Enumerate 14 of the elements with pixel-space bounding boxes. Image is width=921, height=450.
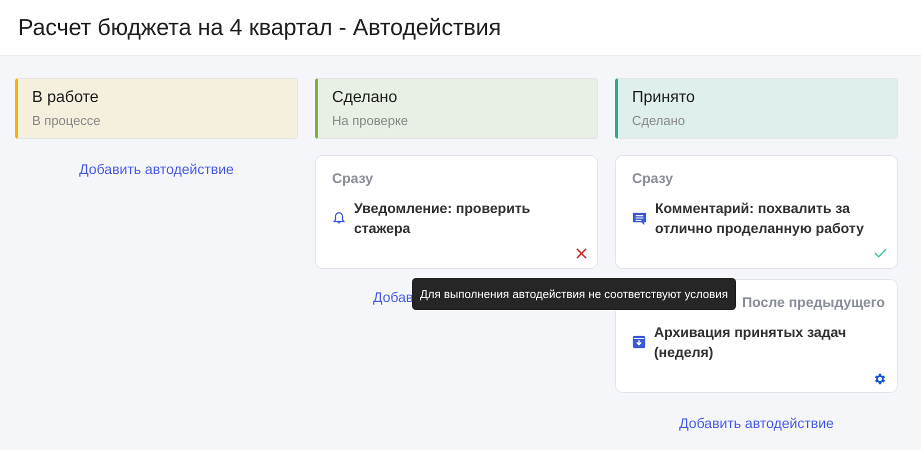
action-description: Уведомление: проверить стажера [354,199,532,238]
action-timing: Сразу [332,170,374,186]
action-timing: Сразу [632,170,674,186]
status-subtitle: В процессе [32,113,102,128]
page-title: Расчет бюджета на 4 квартал - Автодействия [18,14,502,41]
status-name: Сделано [332,89,398,107]
status-subtitle: На проверке [332,113,410,128]
status-name: Принято [632,89,696,107]
action-description: Комментарий: похвалить за отлично проделанную работу [655,199,865,238]
status-subtitle: Сделано [632,113,686,128]
action-description: Архивация принятых задач (неделя) [654,323,848,362]
action-timing: После предыдущего [742,294,885,310]
status-name: В работе [32,89,100,107]
tooltip: Для выполнения автодействия не соответствуют условия [412,278,736,310]
